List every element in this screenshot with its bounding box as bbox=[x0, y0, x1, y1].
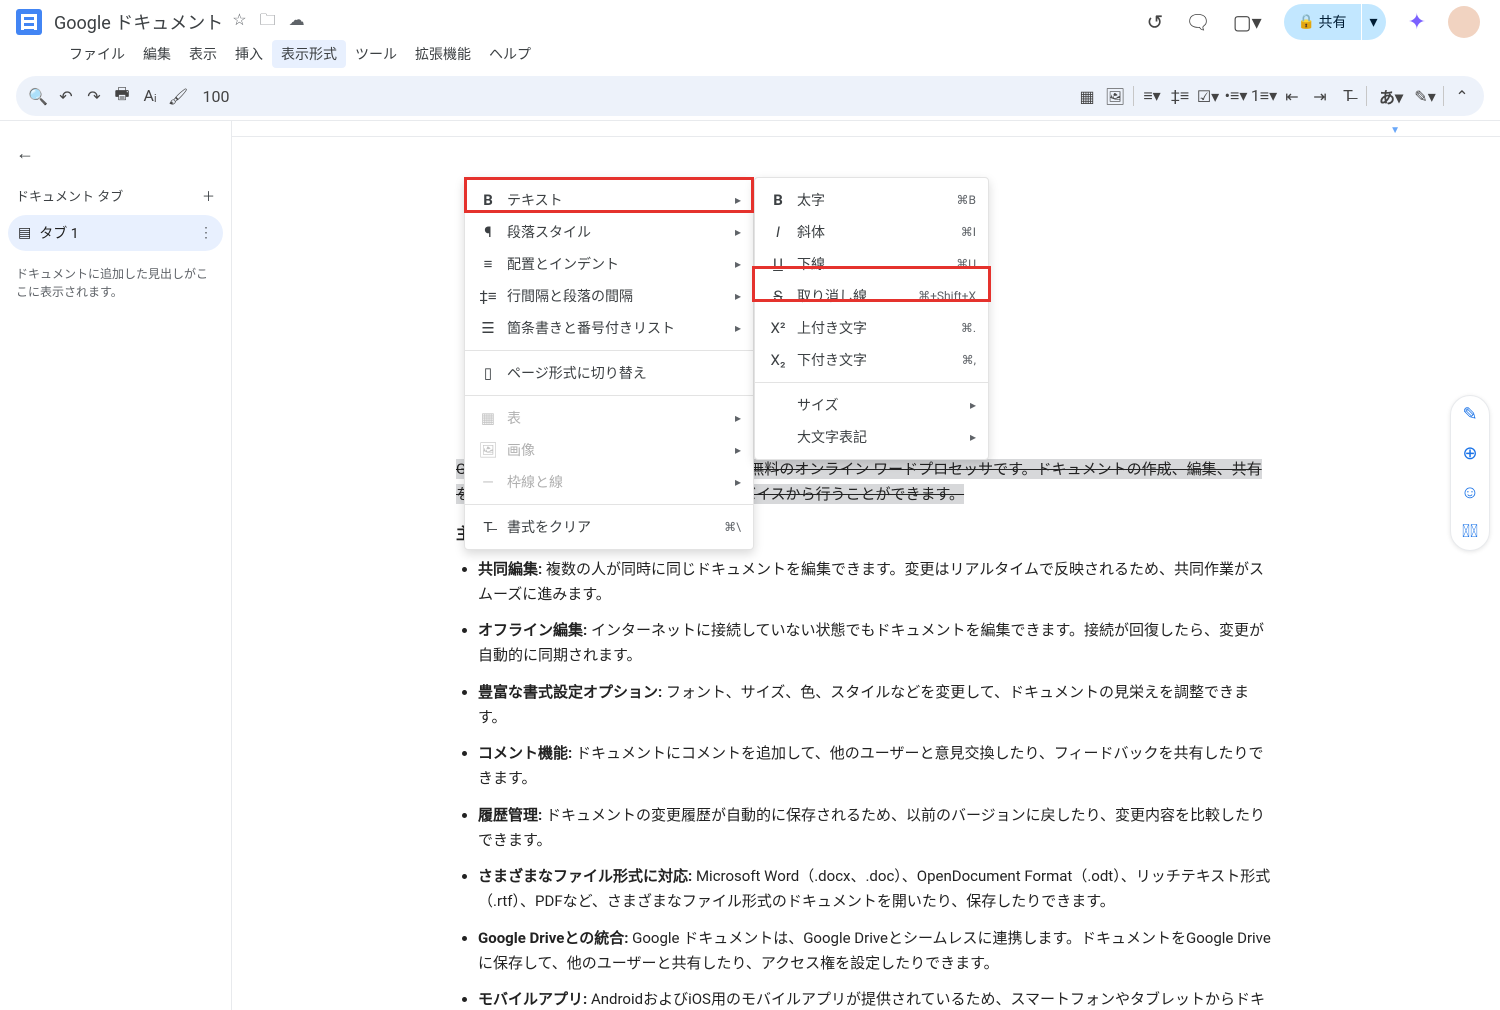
format-clear[interactable]: T̶書式をクリア⌘\ bbox=[465, 511, 753, 543]
indent-marker-icon[interactable]: ▼ bbox=[1390, 125, 1400, 136]
share-button[interactable]: 🔒 共有 bbox=[1284, 4, 1361, 40]
suggest-icon[interactable]: ✎⃞ bbox=[1462, 521, 1478, 542]
tab-menu-icon[interactable]: ⋮ bbox=[199, 225, 213, 241]
menu-tools[interactable]: ツール bbox=[346, 40, 406, 68]
edit-pencil-icon[interactable]: ✎ bbox=[1462, 404, 1477, 425]
add-comment-icon[interactable]: ⊕ bbox=[1462, 443, 1477, 464]
menu-file[interactable]: ファイル bbox=[60, 40, 134, 68]
comment-history-icon[interactable]: 🗨 bbox=[1185, 10, 1210, 34]
redo-icon[interactable]: ↷ bbox=[80, 82, 108, 110]
emoji-icon[interactable]: ☺ bbox=[1461, 482, 1479, 503]
tab-label: タブ 1 bbox=[39, 223, 78, 243]
line-spacing-icon[interactable]: ‡≡ bbox=[1166, 82, 1194, 110]
search-icon[interactable]: 🔍 bbox=[24, 82, 52, 110]
menu-extensions[interactable]: 拡張機能 bbox=[406, 40, 480, 68]
numbered-list-icon[interactable]: 1≡▾ bbox=[1250, 82, 1278, 110]
text-bold[interactable]: B太字⌘B bbox=[755, 184, 988, 216]
text-superscript[interactable]: X²上付き文字⌘. bbox=[755, 312, 988, 344]
menu-view[interactable]: 表示 bbox=[180, 40, 226, 68]
text-capitalization[interactable]: 大文字表記▸ bbox=[755, 421, 988, 453]
account-avatar[interactable] bbox=[1448, 6, 1480, 38]
print-icon[interactable]: 🖶 bbox=[108, 82, 136, 110]
star-icon[interactable]: ☆ bbox=[232, 10, 246, 29]
indent-increase-icon[interactable]: ⇥ bbox=[1306, 82, 1334, 110]
text-submenu: B太字⌘B I斜体⌘I U下線⌘U S取り消し線⌘+Shift+X X²上付き文… bbox=[754, 177, 989, 460]
feature-item: さまざまなファイル形式に対応: Microsoft Word（.docx、.do… bbox=[478, 864, 1276, 914]
gemini-icon[interactable]: ✦ bbox=[1408, 10, 1426, 35]
editing-mode-icon[interactable]: ✎▾ bbox=[1411, 82, 1439, 110]
undo-icon[interactable]: ↶ bbox=[52, 82, 80, 110]
history-icon[interactable]: ↺ bbox=[1147, 10, 1164, 34]
format-align-indent[interactable]: ≡配置とインデント▸ bbox=[465, 248, 753, 280]
feature-item: 豊富な書式設定オプション: フォント、サイズ、色、スタイルなどを変更して、ドキュ… bbox=[478, 680, 1276, 730]
bulleted-list-icon[interactable]: •≡▾ bbox=[1222, 82, 1250, 110]
feature-item: モバイルアプリ: AndroidおよびiOS用のモバイルアプリが提供されているた… bbox=[478, 987, 1276, 1010]
text-underline[interactable]: U下線⌘U bbox=[755, 248, 988, 280]
format-paragraph-styles[interactable]: ¶段落スタイル▸ bbox=[465, 216, 753, 248]
text-strikethrough[interactable]: S取り消し線⌘+Shift+X bbox=[755, 280, 988, 312]
format-image: 🖼画像▸ bbox=[465, 434, 753, 466]
meet-icon[interactable]: ▢▾ bbox=[1233, 10, 1262, 34]
menu-bar: ファイル 編集 表示 挿入 表示形式 ツール 拡張機能 ヘルプ bbox=[0, 40, 1500, 72]
zoom-select[interactable]: 100 bbox=[192, 82, 240, 110]
sidebar-hint: ドキュメントに追加した見出しがここに表示されます。 bbox=[16, 265, 215, 301]
checklist-icon[interactable]: ☑▾ bbox=[1194, 82, 1222, 110]
feature-item: オフライン編集: インターネットに接続していない状態でもドキュメントを編集できま… bbox=[478, 618, 1276, 668]
format-pageless[interactable]: ▯ページ形式に切り替え bbox=[465, 357, 753, 389]
sidebar-title: ドキュメント タブ bbox=[16, 186, 123, 205]
tab-chip[interactable]: ▤ タブ 1 ⋮ bbox=[8, 215, 223, 251]
tab-icon: ▤ bbox=[18, 225, 31, 241]
feature-item: 履歴管理: ドキュメントの変更履歴が自動的に保存されるため、以前のバージョンに戻… bbox=[478, 803, 1276, 853]
collapse-toolbar-icon[interactable]: ⌃ bbox=[1448, 82, 1476, 110]
floating-tools: ✎ ⊕ ☺ ✎⃞ bbox=[1450, 395, 1490, 551]
back-icon[interactable]: ← bbox=[8, 139, 223, 168]
move-icon[interactable]: 🗀 bbox=[260, 10, 276, 29]
clear-format-icon[interactable]: T̶ bbox=[1334, 82, 1362, 110]
format-line-spacing[interactable]: ‡≡行間隔と段落の間隔▸ bbox=[465, 280, 753, 312]
ime-icon[interactable]: あ▾ bbox=[1371, 82, 1411, 110]
text-size[interactable]: サイズ▸ bbox=[755, 389, 988, 421]
format-dropdown: Bテキスト▸ ¶段落スタイル▸ ≡配置とインデント▸ ‡≡行間隔と段落の間隔▸ … bbox=[464, 177, 754, 550]
cloud-icon[interactable]: ☁ bbox=[289, 10, 305, 29]
outline-sidebar: ← ドキュメント タブ ＋ ▤ タブ 1 ⋮ ドキュメントに追加した見出しがここ… bbox=[0, 121, 232, 1010]
menu-edit[interactable]: 編集 bbox=[134, 40, 180, 68]
doc-title[interactable]: Google ドキュメント bbox=[54, 9, 223, 35]
docs-logo-icon[interactable] bbox=[16, 9, 42, 35]
share-dropdown[interactable]: ▾ bbox=[1362, 4, 1386, 40]
ruler[interactable]: ▼ bbox=[232, 121, 1500, 137]
add-tab-icon[interactable]: ＋ bbox=[202, 186, 215, 205]
menu-help[interactable]: ヘルプ bbox=[480, 40, 540, 68]
paint-format-icon[interactable]: 🖌 bbox=[164, 82, 192, 110]
feature-item: Google Driveとの統合: Google ドキュメントは、Google … bbox=[478, 926, 1276, 976]
insert-image-icon[interactable]: 🖼 bbox=[1101, 82, 1129, 110]
text-subscript[interactable]: X₂下付き文字⌘, bbox=[755, 344, 988, 376]
menu-format[interactable]: 表示形式 bbox=[272, 40, 346, 68]
spellcheck-icon[interactable]: Aᵢ bbox=[136, 82, 164, 110]
menu-insert[interactable]: 挿入 bbox=[226, 40, 272, 68]
feature-item: コメント機能: ドキュメントにコメントを追加して、他のユーザーと意見交換したり、… bbox=[478, 741, 1276, 791]
features-list: 共同編集: 複数の人が同時に同じドキュメントを編集できます。変更はリアルタイムで… bbox=[456, 557, 1276, 1010]
toolbar: 🔍 ↶ ↷ 🖶 Aᵢ 🖌 100 ▦ 🖼 ≡▾ ‡≡ ☑▾ •≡▾ 1≡▾ ⇤ … bbox=[16, 76, 1484, 116]
format-borders: —枠線と線▸ bbox=[465, 466, 753, 498]
format-bullets[interactable]: ☰箇条書きと番号付きリスト▸ bbox=[465, 312, 753, 344]
text-italic[interactable]: I斜体⌘I bbox=[755, 216, 988, 248]
insert-table-icon[interactable]: ▦ bbox=[1073, 82, 1101, 110]
indent-decrease-icon[interactable]: ⇤ bbox=[1278, 82, 1306, 110]
format-text[interactable]: Bテキスト▸ bbox=[465, 184, 753, 216]
feature-item: 共同編集: 複数の人が同時に同じドキュメントを編集できます。変更はリアルタイムで… bbox=[478, 557, 1276, 607]
format-table: ▦表▸ bbox=[465, 402, 753, 434]
align-icon[interactable]: ≡▾ bbox=[1138, 82, 1166, 110]
